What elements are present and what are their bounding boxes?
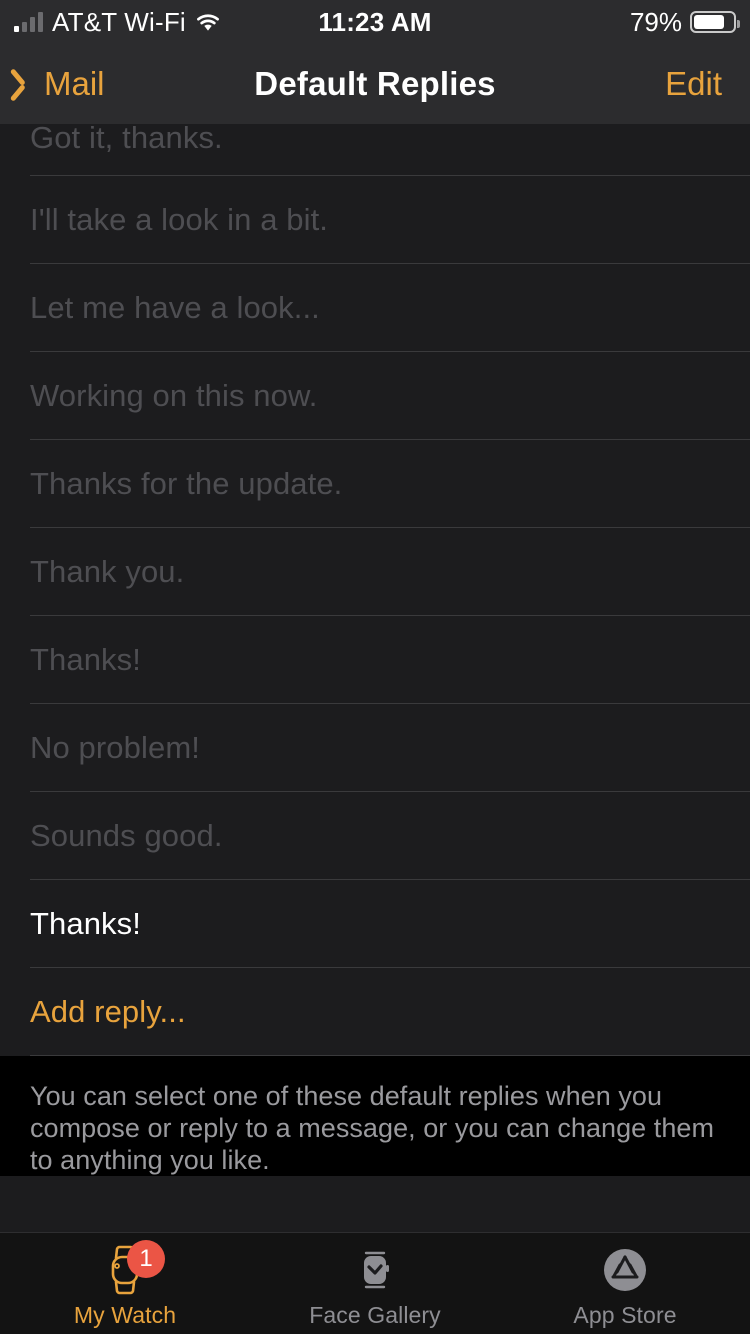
tab-my-watch[interactable]: 1 My Watch bbox=[0, 1232, 250, 1334]
navigation-bar: Mail Default Replies Edit bbox=[0, 44, 750, 124]
back-button-label: Mail bbox=[44, 65, 105, 102]
reply-row-label: Sounds good. bbox=[30, 818, 223, 853]
reply-row[interactable]: Thanks! bbox=[0, 616, 750, 704]
reply-row-label: No problem! bbox=[30, 730, 200, 765]
tab-bar: 1 My Watch Face Gallery App Store bbox=[0, 1232, 750, 1334]
reply-row-label: Thank you. bbox=[30, 554, 185, 589]
reply-row[interactable]: Sounds good. bbox=[0, 792, 750, 880]
chevron-left-icon bbox=[18, 67, 38, 101]
battery-percent-label: 79% bbox=[629, 6, 682, 37]
screen: AT&T Wi-Fi 11:23 AM 79% Mail Default Rep… bbox=[0, 0, 750, 1334]
reply-row-label: Add reply... bbox=[30, 994, 186, 1029]
reply-row[interactable]: Let me have a look... bbox=[0, 264, 750, 352]
notification-badge: 1 bbox=[127, 1239, 165, 1278]
watch-face-icon bbox=[349, 1244, 401, 1296]
back-button[interactable]: Mail bbox=[18, 65, 105, 103]
tab-face-gallery-label: Face Gallery bbox=[309, 1301, 441, 1328]
status-bar: AT&T Wi-Fi 11:23 AM 79% bbox=[0, 0, 750, 44]
reply-row-label: Let me have a look... bbox=[30, 290, 320, 325]
reply-row-label: Thanks! bbox=[30, 906, 141, 941]
footer-description: You can select one of these default repl… bbox=[0, 1056, 750, 1177]
tab-app-store[interactable]: App Store bbox=[500, 1232, 750, 1334]
tab-my-watch-label: My Watch bbox=[73, 1301, 177, 1328]
clock-label: 11:23 AM bbox=[318, 6, 432, 37]
status-bar-right: 79% bbox=[629, 0, 740, 44]
default-replies-list: Got it, thanks. I'll take a look in a bit… bbox=[0, 120, 750, 1056]
reply-row[interactable]: I'll take a look in a bit. bbox=[0, 176, 750, 264]
reply-row-label: Got it, thanks. bbox=[30, 120, 223, 155]
add-reply-row[interactable]: Add reply... bbox=[0, 968, 750, 1056]
app-store-icon bbox=[599, 1244, 651, 1296]
reply-row[interactable]: No problem! bbox=[0, 704, 750, 792]
reply-row-label: I'll take a look in a bit. bbox=[30, 202, 329, 237]
reply-row[interactable]: Working on this now. bbox=[0, 352, 750, 440]
reply-row[interactable]: Thank you. bbox=[0, 528, 750, 616]
edit-button[interactable]: Edit bbox=[665, 65, 722, 103]
tab-app-store-label: App Store bbox=[573, 1301, 677, 1328]
reply-row[interactable]: Thanks for the update. bbox=[0, 440, 750, 528]
watch-icon: 1 bbox=[99, 1239, 165, 1296]
battery-icon bbox=[690, 11, 740, 33]
reply-row[interactable]: Got it, thanks. bbox=[0, 120, 750, 176]
reply-row[interactable]: Thanks! bbox=[0, 880, 750, 968]
reply-row-label: Working on this now. bbox=[30, 378, 318, 413]
reply-row-label: Thanks! bbox=[30, 642, 141, 677]
page-title: Default Replies bbox=[254, 65, 496, 102]
tab-face-gallery[interactable]: Face Gallery bbox=[250, 1232, 500, 1334]
reply-row-label: Thanks for the update. bbox=[30, 466, 343, 501]
